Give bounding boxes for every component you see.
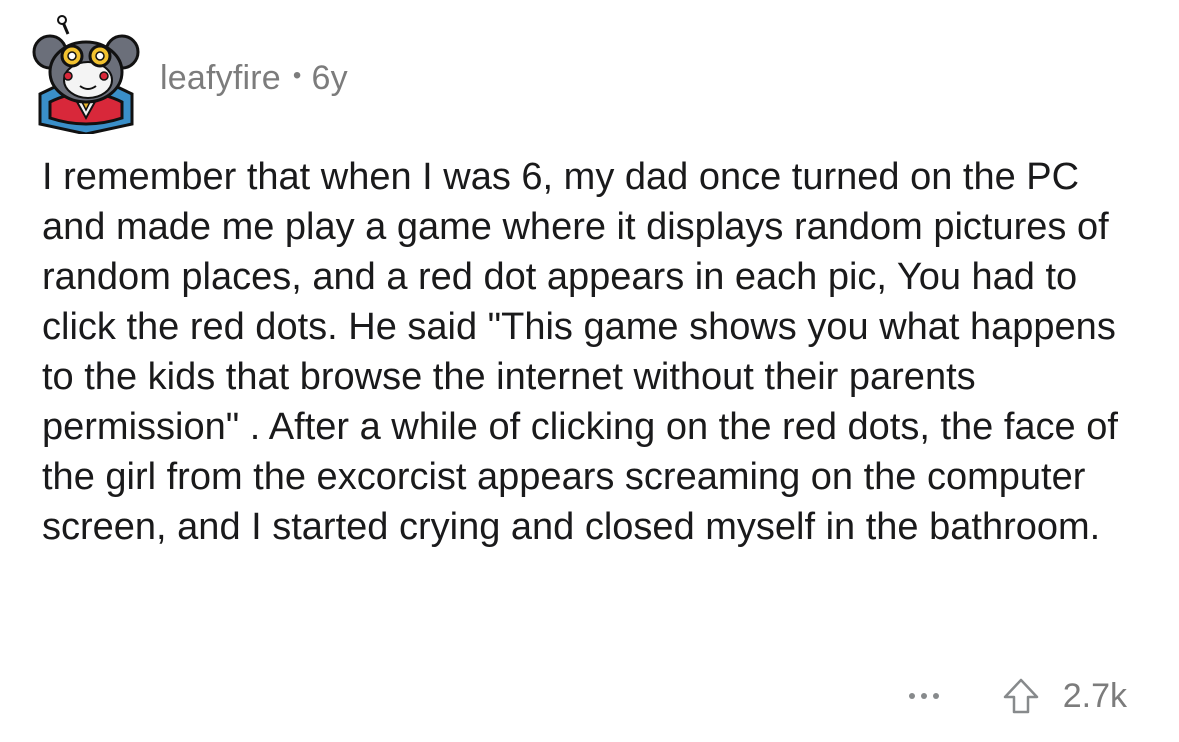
snoo-avatar-icon — [32, 15, 140, 134]
upvote-arrow-icon — [1003, 678, 1038, 714]
comment-body: I remember that when I was 6, my dad onc… — [42, 156, 1118, 548]
comment-meta: leafyfire • 6y — [160, 59, 348, 98]
username-link[interactable]: leafyfire — [160, 59, 281, 98]
more-options-icon — [920, 693, 927, 699]
comment-card: leafyfire • 6y I remember that when I wa… — [0, 0, 1179, 742]
comment-age: 6y — [311, 58, 348, 97]
more-options-icon — [908, 693, 915, 699]
vote-score: 2.7k — [1062, 676, 1127, 715]
avatar[interactable] — [28, 14, 144, 134]
more-options-icon — [932, 693, 939, 699]
upvote-button[interactable]: 2.7k — [1001, 676, 1127, 716]
more-options-button[interactable] — [908, 676, 939, 716]
comment-actions: 2.7k — [908, 670, 1127, 722]
meta-separator: • — [292, 62, 302, 89]
comment-header: leafyfire • 6y — [28, 14, 348, 134]
